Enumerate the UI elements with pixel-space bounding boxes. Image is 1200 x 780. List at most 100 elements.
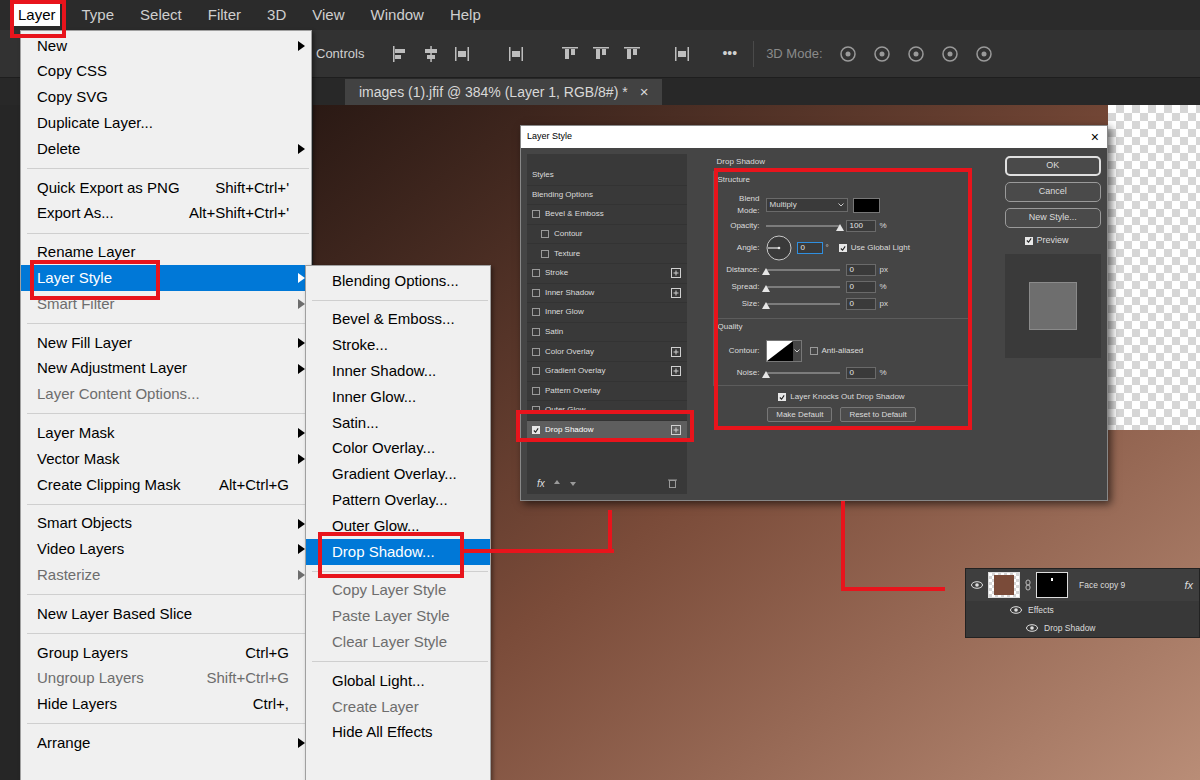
menu-item[interactable]: Copy Layer Style: [306, 578, 490, 604]
dialog-button[interactable]: Cancel: [1005, 182, 1102, 202]
tab-close-button[interactable]: ×: [640, 81, 649, 104]
menu-item[interactable]: Outer Glow...: [306, 513, 490, 539]
styles-list-item[interactable]: Texture: [527, 244, 687, 264]
align-icon[interactable]: [390, 44, 410, 64]
menu-item[interactable]: Video Layers: [21, 537, 311, 563]
menu-item[interactable]: New Layer Based Slice: [21, 601, 311, 627]
more-button[interactable]: •••: [722, 43, 737, 64]
eye-icon[interactable]: [1026, 624, 1038, 632]
slider-thumb[interactable]: [762, 302, 770, 309]
value-field[interactable]: 0: [846, 298, 876, 310]
checkbox[interactable]: [532, 367, 540, 375]
checkbox[interactable]: [778, 393, 786, 401]
checkbox[interactable]: [541, 250, 549, 258]
effect-row[interactable]: Drop Shadow: [966, 619, 1199, 637]
eye-icon[interactable]: [1010, 606, 1022, 614]
menu-item[interactable]: Stroke...: [306, 333, 490, 359]
menu-item[interactable]: Copy SVG: [21, 85, 311, 111]
menu-item[interactable]: Create Layer: [306, 694, 490, 720]
checkbox[interactable]: [532, 289, 540, 297]
menu-item[interactable]: Bevel & Emboss...: [306, 307, 490, 333]
menu-item[interactable]: Arrange: [21, 730, 311, 756]
styles-list-item[interactable]: Pattern Overlay: [527, 382, 687, 402]
menu-item[interactable]: Gradient Overlay...: [306, 462, 490, 488]
3d-mode-icon[interactable]: [905, 43, 927, 65]
add-effect-icon[interactable]: [671, 425, 681, 435]
styles-list-item[interactable]: Drop Shadow: [527, 421, 687, 441]
checkbox[interactable]: [1025, 237, 1033, 245]
slider[interactable]: [766, 300, 840, 309]
value-field[interactable]: 0: [846, 264, 876, 276]
chain-link-icon[interactable]: [1025, 579, 1031, 591]
shadow-color-swatch[interactable]: [853, 198, 880, 213]
slider[interactable]: [766, 369, 840, 378]
menu-item[interactable]: Quick Export as PNGShift+Ctrl+': [21, 175, 311, 201]
menu-item[interactable]: Export As...Alt+Shift+Ctrl+': [21, 201, 311, 227]
document-tab[interactable]: images (1).jfif @ 384% (Layer 1, RGB/8#)…: [345, 79, 662, 105]
slider[interactable]: [766, 222, 840, 231]
add-effect-icon[interactable]: [671, 288, 681, 298]
menu-item[interactable]: Vector Mask: [21, 446, 311, 472]
styles-list-item[interactable]: Contour: [527, 225, 687, 245]
styles-list-item[interactable]: Inner Shadow: [527, 284, 687, 304]
align-icon[interactable]: [421, 44, 441, 64]
menu-item[interactable]: Satin...: [306, 410, 490, 436]
menu-bar-item[interactable]: Window: [367, 4, 428, 26]
add-effect-icon[interactable]: [671, 268, 681, 278]
effects-row[interactable]: Effects: [966, 601, 1199, 619]
menu-item[interactable]: New Adjustment Layer: [21, 356, 311, 382]
slider-thumb[interactable]: [762, 371, 770, 378]
styles-list-item[interactable]: Bevel & Emboss: [527, 205, 687, 225]
menu-item[interactable]: New Fill Layer: [21, 330, 311, 356]
menu-item[interactable]: Clear Layer Style: [306, 629, 490, 655]
align-icon[interactable]: [622, 44, 642, 64]
menu-bar-item[interactable]: View: [308, 4, 348, 26]
checkbox[interactable]: [532, 210, 540, 218]
menu-item[interactable]: Delete: [21, 136, 311, 162]
menu-bar-item[interactable]: 3D: [263, 4, 290, 26]
menu-item[interactable]: Copy CSS: [21, 59, 311, 85]
styles-list-item[interactable]: Inner Glow: [527, 303, 687, 323]
menu-item[interactable]: Rename Layer: [21, 240, 311, 266]
styles-list-item[interactable]: Outer Glow: [527, 401, 687, 421]
menu-item[interactable]: Layer Content Options...: [21, 382, 311, 408]
3d-mode-icon[interactable]: [939, 43, 961, 65]
slider-thumb[interactable]: [762, 268, 770, 275]
checkbox[interactable]: [532, 269, 540, 277]
menu-item[interactable]: Layer Style: [21, 265, 311, 291]
layer-name[interactable]: Face copy 9: [1079, 579, 1179, 592]
checkbox[interactable]: [532, 387, 540, 395]
layer-row[interactable]: Face copy 9 fx: [966, 569, 1199, 601]
align-icon[interactable]: [591, 44, 611, 64]
fx-badge[interactable]: fx: [1184, 577, 1193, 594]
section-button[interactable]: Reset to Default: [840, 407, 915, 422]
move-down-icon[interactable]: [569, 479, 577, 487]
dialog-close-button[interactable]: ×: [1091, 130, 1099, 144]
menu-item[interactable]: Global Light...: [306, 668, 490, 694]
move-up-icon[interactable]: [553, 479, 561, 487]
3d-mode-icon[interactable]: [973, 43, 995, 65]
align-icon[interactable]: [560, 44, 580, 64]
menu-item[interactable]: Group LayersCtrl+G: [21, 640, 311, 666]
styles-list-item[interactable]: Color Overlay: [527, 342, 687, 362]
trash-icon[interactable]: [668, 478, 677, 488]
menu-item[interactable]: Blending Options...: [306, 268, 490, 294]
controls-label[interactable]: Controls: [316, 44, 364, 64]
checkbox[interactable]: [532, 348, 540, 356]
menu-item[interactable]: Hide All Effects: [306, 720, 490, 746]
slider[interactable]: [766, 266, 840, 275]
value-field[interactable]: 0: [797, 242, 823, 254]
menu-bar-item[interactable]: Layer: [14, 4, 60, 26]
value-field[interactable]: 0: [846, 367, 876, 379]
value-field[interactable]: 0: [846, 281, 876, 293]
slider-thumb[interactable]: [836, 224, 844, 231]
add-effect-icon[interactable]: [671, 347, 681, 357]
checkbox[interactable]: [532, 308, 540, 316]
align-icon[interactable]: [506, 44, 526, 64]
checkbox[interactable]: [532, 328, 540, 336]
value-field[interactable]: 100: [846, 220, 876, 232]
menu-item[interactable]: Rasterize: [21, 562, 311, 588]
section-button[interactable]: Make Default: [767, 407, 832, 422]
styles-list-item[interactable]: Stroke: [527, 264, 687, 284]
menu-item[interactable]: Ungroup LayersShift+Ctrl+G: [21, 666, 311, 692]
